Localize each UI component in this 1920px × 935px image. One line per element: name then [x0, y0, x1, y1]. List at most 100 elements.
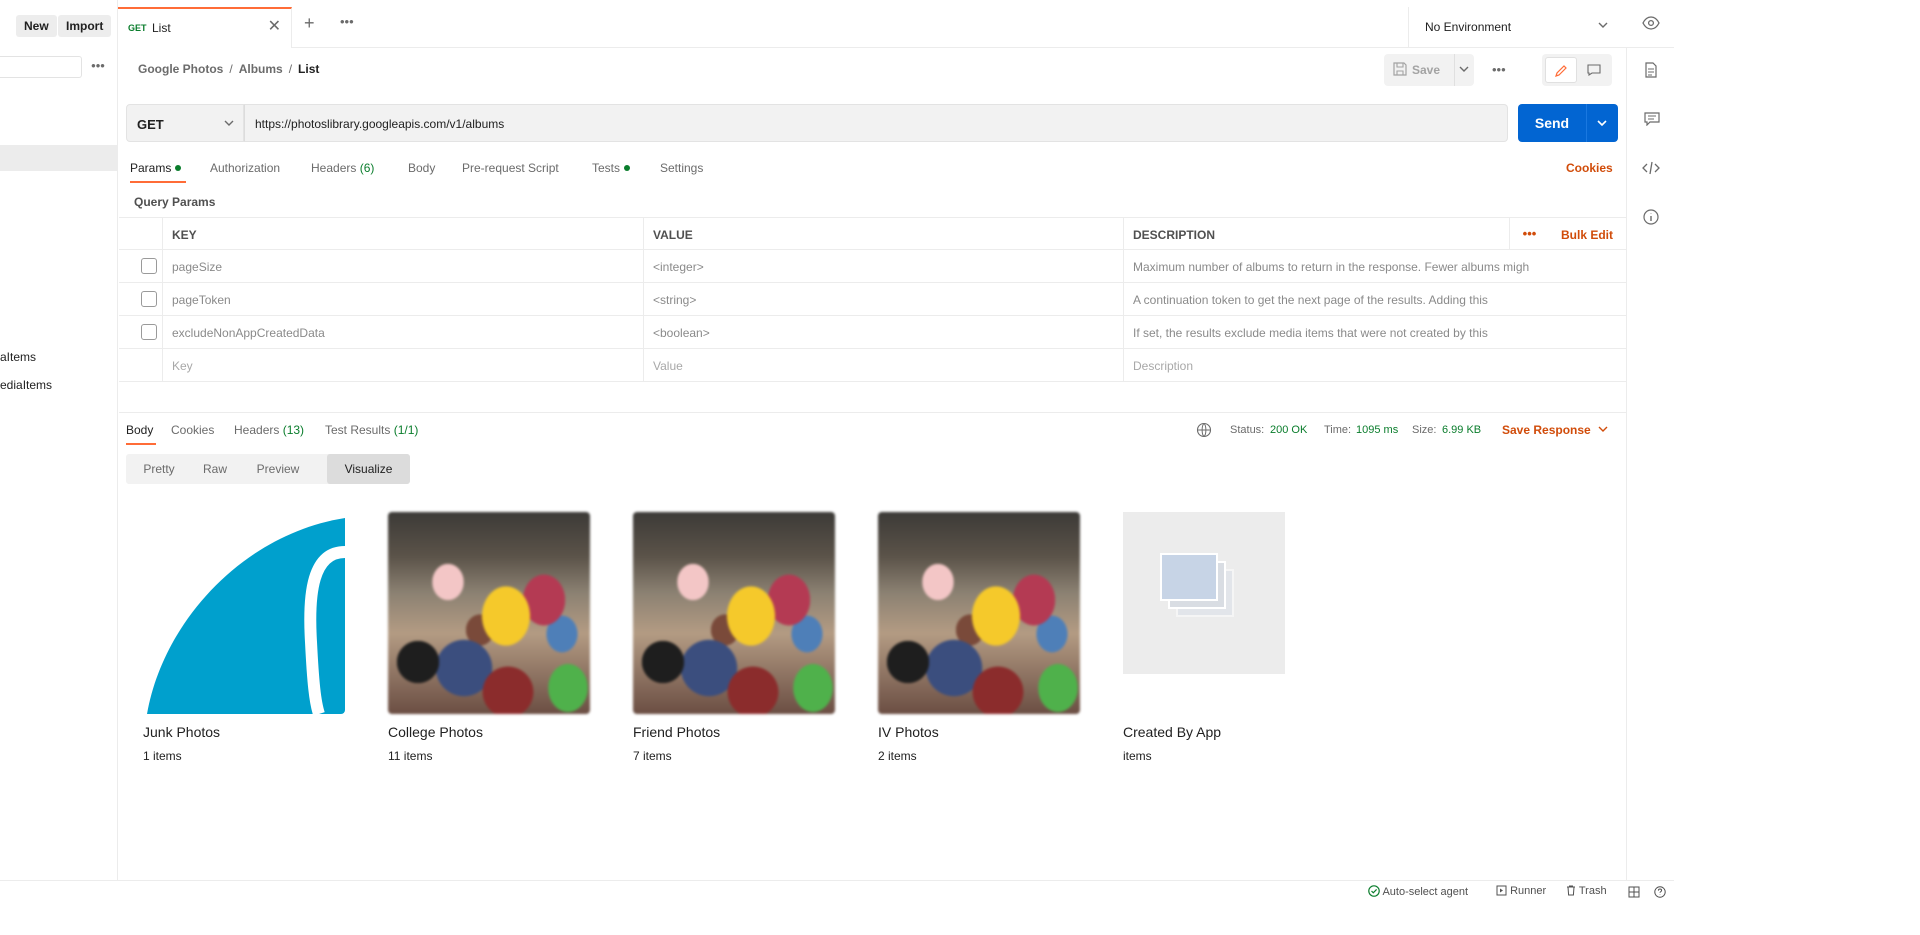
album-card[interactable]: College Photos 11 items [388, 512, 592, 763]
album-count: 2 items [878, 749, 917, 763]
environment-select[interactable]: No Environment [1408, 7, 1620, 48]
param-key[interactable]: pageSize [163, 250, 644, 282]
table-header-row: KEY VALUE DESCRIPTION ••• Bulk Edit [119, 217, 1626, 250]
bulk-edit-link[interactable]: Bulk Edit [1561, 228, 1613, 242]
chevron-down-icon[interactable] [1596, 117, 1608, 129]
document-icon[interactable] [1644, 62, 1658, 78]
breadcrumb-current: List [298, 62, 320, 76]
breadcrumb-item[interactable]: Google Photos [138, 62, 223, 76]
sidebar-more-icon[interactable]: ••• [88, 58, 108, 74]
status-value[interactable]: 200 OK [1270, 424, 1307, 436]
chevron-down-icon [1598, 426, 1608, 432]
url-input[interactable]: https://photoslibrary.googleapis.com/v1/… [244, 104, 1508, 142]
param-description[interactable]: A continuation token to get the next pag… [1124, 283, 1626, 315]
album-card[interactable]: Created By App items [1123, 512, 1327, 763]
param-description[interactable]: Maximum number of albums to return in th… [1124, 250, 1626, 282]
plus-icon[interactable]: + [304, 14, 315, 32]
column-header-value: VALUE [644, 218, 1124, 249]
album-thumbnail[interactable] [1123, 512, 1285, 674]
chevron-down-icon[interactable] [1458, 63, 1470, 75]
status-label: Status: [1230, 424, 1265, 436]
save-button[interactable]: Save [1384, 54, 1474, 86]
breadcrumb-item[interactable]: Albums [239, 62, 283, 76]
tab-pre-request-script[interactable]: Pre-request Script [462, 161, 559, 175]
sidebar-selected-item[interactable] [0, 145, 118, 171]
more-icon[interactable]: ••• [1492, 62, 1506, 77]
param-description[interactable]: If set, the results exclude media items … [1124, 316, 1626, 348]
response-tab-headers[interactable]: Headers (13) [234, 423, 304, 437]
album-thumbnail[interactable] [633, 512, 835, 714]
method-label: GET [137, 117, 164, 132]
comment-mode-button[interactable] [1579, 57, 1609, 83]
sidebar-search-input[interactable] [0, 56, 82, 78]
tab-body[interactable]: Body [408, 161, 435, 175]
tab-tests[interactable]: Tests [592, 161, 631, 175]
help-icon[interactable] [1654, 886, 1666, 898]
info-icon[interactable] [1643, 209, 1659, 225]
table-row: excludeNonAppCreatedData <boolean> If se… [119, 316, 1626, 349]
eye-icon[interactable] [1642, 16, 1660, 30]
runner-button[interactable]: Runner [1496, 885, 1546, 897]
blue-logo-image [147, 518, 345, 714]
new-button[interactable]: New [16, 15, 57, 37]
new-param-description-input[interactable]: Description [1124, 349, 1626, 381]
globe-icon[interactable] [1196, 422, 1212, 438]
response-tab-body[interactable]: Body [126, 423, 153, 437]
headers-count: (6) [359, 161, 375, 175]
view-tab-preview[interactable]: Preview [238, 454, 318, 484]
tab-method-label: GET [128, 23, 147, 33]
view-tab-pretty[interactable]: Pretty [126, 454, 192, 484]
more-icon[interactable]: ••• [1509, 218, 1549, 249]
response-tab-test-results[interactable]: Test Results (1/1) [325, 423, 418, 437]
album-thumbnail[interactable] [878, 512, 1080, 714]
tab-params[interactable]: Params [130, 161, 182, 175]
param-checkbox[interactable] [141, 291, 157, 307]
layout-icon[interactable] [1628, 886, 1640, 898]
response-view-tabs: Pretty Raw Preview Visualize [126, 454, 410, 484]
param-value[interactable]: <string> [644, 283, 1124, 315]
param-key[interactable]: pageToken [163, 283, 644, 315]
method-select[interactable]: GET [126, 104, 244, 142]
code-icon[interactable] [1642, 161, 1660, 175]
album-card[interactable]: Friend Photos 7 items [633, 512, 837, 763]
album-card[interactable]: Junk Photos 1 items [143, 512, 347, 763]
param-checkbox[interactable] [141, 258, 157, 274]
import-button[interactable]: Import [58, 15, 112, 37]
param-value[interactable]: <integer> [644, 250, 1124, 282]
param-value[interactable]: <boolean> [644, 316, 1124, 348]
size-value[interactable]: 6.99 KB [1442, 424, 1481, 436]
edit-mode-button[interactable] [1545, 57, 1577, 83]
trash-button[interactable]: Trash [1566, 885, 1607, 897]
new-param-key-input[interactable]: Key [163, 349, 644, 381]
param-checkbox[interactable] [141, 324, 157, 340]
view-tab-visualize[interactable]: Visualize [327, 454, 410, 484]
size-label: Size: [1412, 424, 1437, 436]
tab-headers[interactable]: Headers (6) [311, 161, 374, 175]
trash-icon [1567, 885, 1575, 896]
tab-settings[interactable]: Settings [660, 161, 703, 175]
tab-request-list[interactable]: GET List ✕ [118, 7, 292, 48]
auto-select-agent[interactable]: Auto-select agent [1368, 885, 1468, 898]
album-thumbnail[interactable] [388, 512, 590, 714]
more-icon[interactable]: ••• [340, 14, 354, 29]
comment-icon[interactable] [1644, 112, 1660, 126]
new-param-value-input[interactable]: Value [644, 349, 1124, 381]
sidebar-item[interactable]: aItems [0, 350, 36, 364]
close-icon[interactable]: ✕ [268, 19, 281, 35]
save-response-button[interactable]: Save Response [1502, 423, 1608, 437]
send-button[interactable]: Send [1518, 104, 1618, 142]
table-row-new: Key Value Description [119, 349, 1626, 382]
sidebar-item[interactable]: ediaItems [0, 378, 52, 392]
cookies-link[interactable]: Cookies [1566, 161, 1613, 175]
runner-icon [1496, 885, 1507, 896]
tab-params-label: Params [130, 161, 172, 175]
response-tab-cookies[interactable]: Cookies [171, 423, 214, 437]
tab-authorization[interactable]: Authorization [210, 161, 280, 175]
album-card[interactable]: IV Photos 2 items [878, 512, 1082, 763]
album-thumbnail[interactable] [143, 512, 345, 714]
response-headers-count: (13) [282, 423, 305, 437]
param-key[interactable]: excludeNonAppCreatedData [163, 316, 644, 348]
active-tab-indicator [126, 443, 156, 445]
view-tab-raw[interactable]: Raw [192, 454, 238, 484]
time-value[interactable]: 1095 ms [1356, 424, 1398, 436]
